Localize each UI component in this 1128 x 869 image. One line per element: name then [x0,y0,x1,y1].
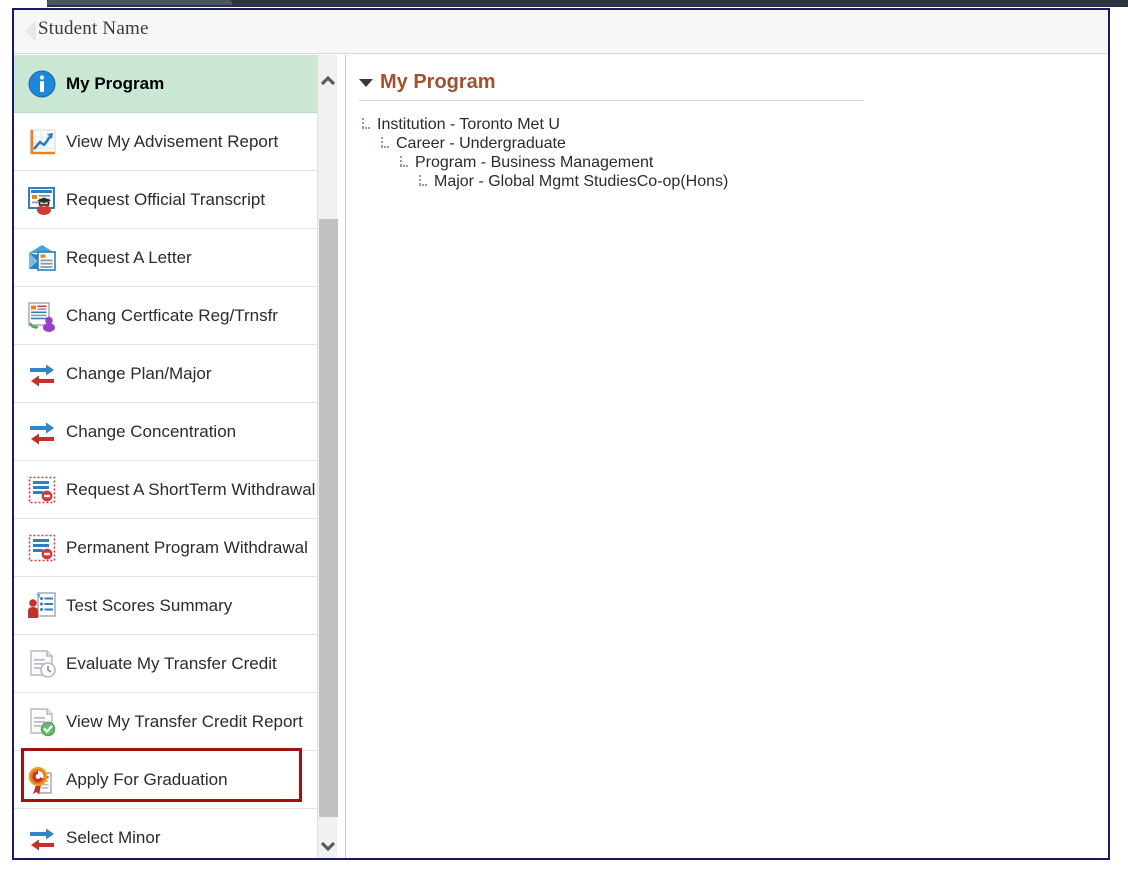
sidebar-item-request-a-shortterm-withdrawal[interactable]: Request A ShortTerm Withdrawal [14,461,326,519]
sidebar-item-permanent-program-withdrawal[interactable]: Permanent Program Withdrawal [14,519,326,577]
browser-tab-stub [47,0,232,5]
tree-node-label: Institution - Toronto Met U [377,116,560,134]
tree-node[interactable]: Major - Global Mgmt StudiesCo-op(Hons) [359,172,1059,191]
chevron-down-icon[interactable] [318,836,338,856]
sidebar-item-label: Apply For Graduation [62,770,228,790]
person-list-icon [22,589,62,623]
sidebar-item-evaluate-my-transfer-credit[interactable]: Evaluate My Transfer Credit [14,635,326,693]
list-minus-icon [22,531,62,565]
application-window: Student Name My Program View My Advisemen… [12,8,1110,860]
sidebar-item-view-my-transfer-credit-report[interactable]: View My Transfer Credit Report [14,693,326,751]
sidebar-item-label: Test Scores Summary [62,596,232,616]
sidebar-item-chang-certficate-reg-trnsfr[interactable]: Chang Certficate Reg/Trnsfr [14,287,326,345]
tree-node[interactable]: Program - Business Management [359,153,1059,172]
sidebar-item-label: Chang Certficate Reg/Trnsfr [62,306,278,326]
tree-node[interactable]: Career - Undergraduate [359,134,1059,153]
line-chart-icon [22,125,62,159]
sidebar-item-apply-for-graduation[interactable]: Apply For Graduation [14,751,326,809]
page-header-bar: Student Name [14,10,1108,54]
sidebar-item-label: Request A ShortTerm Withdrawal [62,480,315,500]
document-clock-icon [22,647,62,681]
browser-chrome-left-gap [0,0,47,7]
tree-elbow-icon [416,175,430,189]
tree-node[interactable]: Institution - Toronto Met U [359,115,1059,134]
sidebar-item-my-program[interactable]: My Program [14,55,326,113]
sidebar-item-label: Permanent Program Withdrawal [62,538,308,558]
program-tree: Institution - Toronto Met UCareer - Unde… [359,115,1059,191]
sidebar-item-label: My Program [62,74,164,94]
tree-elbow-icon [378,137,392,151]
envelope-document-icon [22,241,62,275]
list-minus-icon [22,473,62,507]
page-title: Student Name [38,18,149,40]
browser-chrome-strip [0,0,1128,7]
two-way-arrows-icon [22,357,62,391]
tree-node-label: Major - Global Mgmt StudiesCo-op(Hons) [434,173,728,191]
sidebar-item-label: Change Concentration [62,422,236,442]
sidebar-item-test-scores-summary[interactable]: Test Scores Summary [14,577,326,635]
sidebar-item-label: View My Transfer Credit Report [62,712,303,732]
triangle-down-icon[interactable] [359,79,373,87]
tree-elbow-icon [359,118,373,132]
sidebar-item-request-a-letter[interactable]: Request A Letter [14,229,326,287]
sidebar-item-label: Evaluate My Transfer Credit [62,654,277,674]
document-check-icon [22,705,62,739]
sidebar-item-label: Change Plan/Major [62,364,212,384]
award-seal-document-icon [22,763,62,797]
sidebar-item-change-concentration[interactable]: Change Concentration [14,403,326,461]
sidebar-panel: My Program View My Advisement Report Reque… [14,55,346,858]
sidebar-scrollbar[interactable] [317,55,337,858]
tree-node-label: Program - Business Management [415,154,653,172]
two-way-arrows-icon [22,415,62,449]
document-person-swap-icon [22,299,62,333]
tree-node-label: Career - Undergraduate [396,135,566,153]
sidebar-item-label: Request A Letter [62,248,192,268]
chevron-up-icon[interactable] [318,71,338,91]
main-content-panel: My Program Institution - Toronto Met UCa… [347,55,1108,858]
sidebar-item-label: View My Advisement Report [62,132,278,152]
transcript-graduate-icon [22,183,62,217]
info-circle-icon [22,67,62,101]
sidebar-item-view-my-advisement-report[interactable]: View My Advisement Report [14,113,326,171]
two-way-arrows-icon [22,821,62,855]
program-section-header[interactable]: My Program [359,71,864,101]
sidebar-item-label: Request Official Transcript [62,190,265,210]
sidebar-item-select-minor[interactable]: Select Minor [14,809,326,858]
sidebar-item-request-official-transcript[interactable]: Request Official Transcript [14,171,326,229]
sidebar-item-change-plan-major[interactable]: Change Plan/Major [14,345,326,403]
program-section-title: My Program [380,71,496,94]
content-area: My Program View My Advisement Report Reque… [14,55,1108,858]
sidebar-nav-list: My Program View My Advisement Report Reque… [14,55,326,858]
scrollbar-thumb[interactable] [319,219,338,817]
sidebar-item-label: Select Minor [62,828,160,848]
tree-elbow-icon [397,156,411,170]
